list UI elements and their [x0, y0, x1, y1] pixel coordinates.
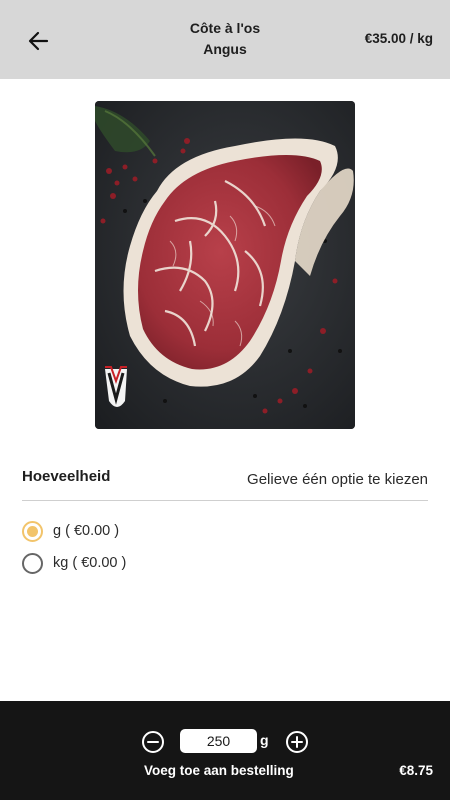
quantity-input[interactable] — [180, 729, 257, 753]
option-kilogram[interactable]: kg ( €0.00 ) — [22, 551, 126, 575]
increase-quantity-button[interactable] — [285, 730, 309, 754]
unit-price: €35.00 / kg — [364, 31, 433, 46]
quantity-section: Hoeveelheid Gelieve één optie te kiezen — [22, 463, 428, 501]
decrease-quantity-button[interactable] — [141, 730, 165, 754]
choose-option-hint: Gelieve één optie te kiezen — [247, 471, 428, 488]
order-footer: g Voeg toe aan bestelling €8.75 — [0, 701, 450, 800]
option-gram[interactable]: g ( €0.00 ) — [22, 519, 119, 543]
arrow-left-icon — [28, 31, 49, 51]
add-to-order-button[interactable]: Voeg toe aan bestelling — [144, 763, 294, 778]
quantity-label: Hoeveelheid — [22, 468, 111, 485]
option-gram-label: g ( €0.00 ) — [53, 523, 120, 539]
app-header: Côte à l'os Angus €35.00 / kg — [0, 0, 450, 79]
product-title-line2: Angus — [203, 41, 247, 57]
radio-button-selected[interactable] — [22, 520, 43, 542]
product-title-line1: Côte à l'os — [189, 20, 261, 36]
product-title: Côte à l'os Angus — [140, 18, 310, 60]
plus-circle-icon — [286, 731, 308, 753]
back-button[interactable] — [26, 28, 52, 54]
option-kilogram-label: kg ( €0.00 ) — [53, 555, 127, 571]
quantity-unit: g — [260, 732, 269, 748]
minus-circle-icon — [142, 731, 164, 753]
radio-button[interactable] — [22, 552, 43, 574]
product-image — [95, 101, 355, 429]
order-total: €8.75 — [399, 763, 433, 778]
